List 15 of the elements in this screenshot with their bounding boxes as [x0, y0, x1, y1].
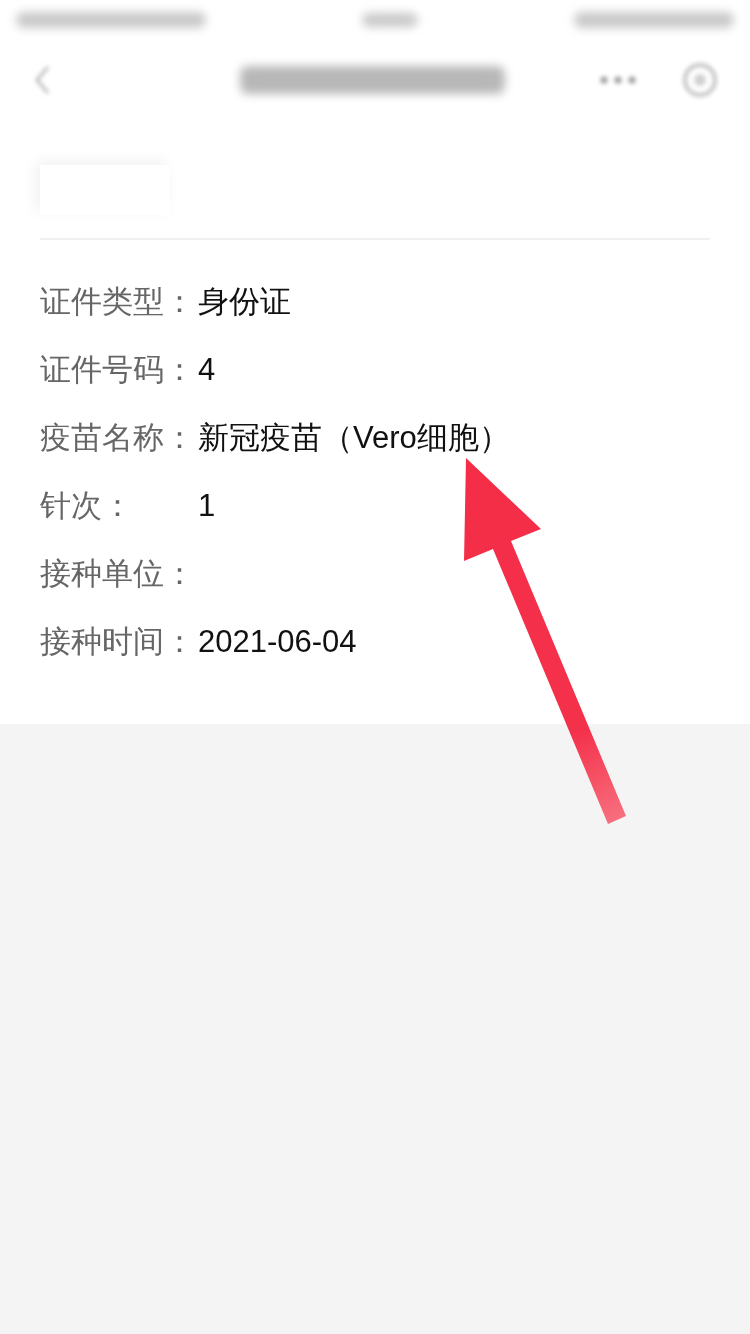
back-icon[interactable] — [34, 65, 50, 95]
field-value: 身份证 — [198, 283, 291, 321]
field-value: 新冠疫苗（Vero细胞） — [198, 419, 510, 457]
field-value: 1 — [198, 488, 216, 524]
field-label: 证件类型： — [40, 283, 196, 321]
field-label: 证件号码： — [40, 351, 196, 389]
field-label: 接种时间： — [40, 623, 196, 661]
field-label: 针次： — [40, 487, 134, 525]
field-label: 疫苗名称： — [40, 419, 196, 457]
more-icon[interactable] — [600, 76, 636, 84]
field-label: 接种单位： — [40, 555, 196, 593]
target-icon[interactable] — [682, 62, 718, 98]
field-value: 4 — [198, 352, 216, 388]
field-value: 2021-06-04 — [198, 624, 357, 660]
blurred-time — [362, 13, 418, 27]
